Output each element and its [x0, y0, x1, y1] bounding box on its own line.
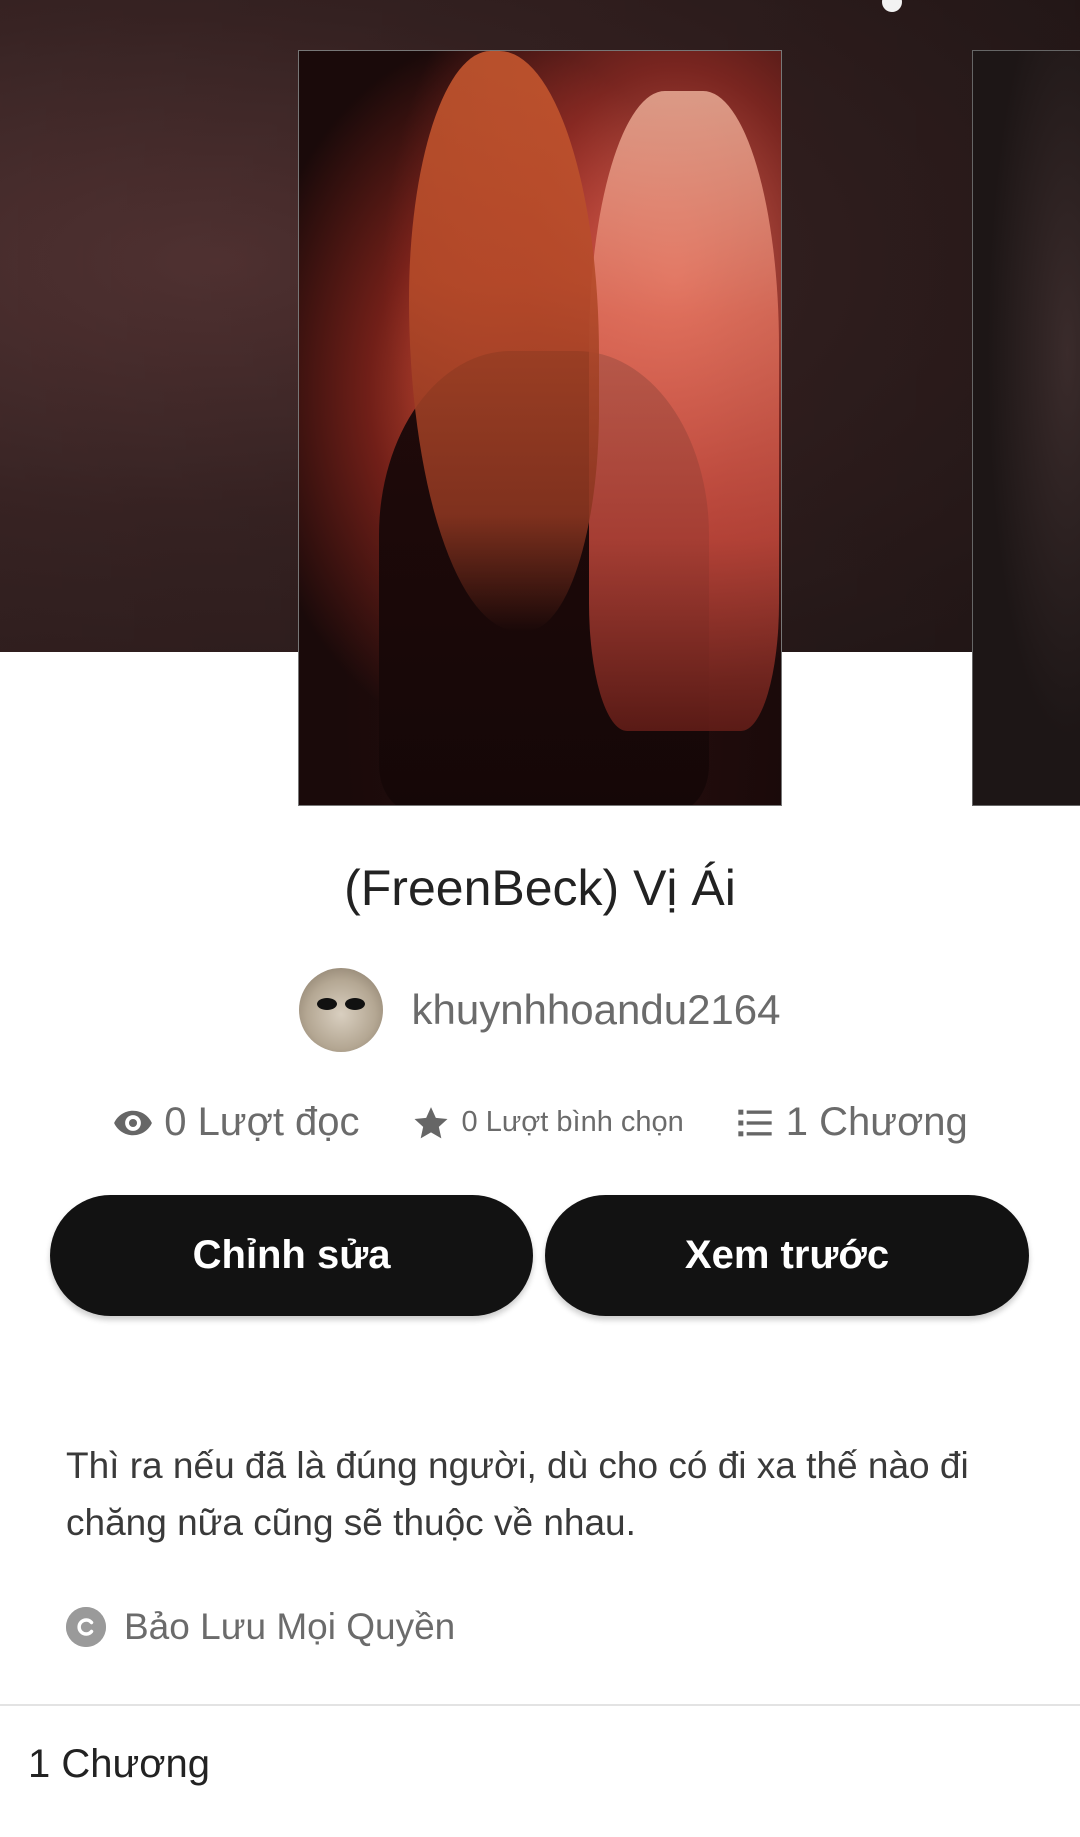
stat-parts-label: 1 Chương — [785, 1100, 968, 1144]
avatar-glasses — [317, 998, 366, 1010]
stat-votes: 0 Lượt bình chọn — [410, 1102, 684, 1144]
parts-heading[interactable]: 1 Chương — [28, 1742, 210, 1787]
stat-reads: 0 Lượt đọc — [112, 1100, 360, 1145]
section-divider — [0, 1704, 1080, 1706]
stat-parts: 1 Chương — [734, 1100, 968, 1145]
copyright-row: Bảo Lưu Mọi Quyền — [66, 1606, 455, 1648]
copyright-icon — [66, 1607, 106, 1647]
story-title: (FreenBeck) Vị Ái — [344, 860, 736, 916]
next-story-cover[interactable] — [972, 50, 1080, 806]
author-name[interactable]: khuynhhoandu2164 — [411, 986, 780, 1034]
stat-votes-label: 0 Lượt bình chọn — [461, 1106, 684, 1138]
edit-button[interactable]: Chỉnh sửa — [50, 1195, 533, 1316]
author-avatar[interactable] — [299, 968, 384, 1052]
story-stats: 0 Lượt đọc 0 Lượt bình chọn 1 Chương — [0, 1100, 1080, 1145]
story-description: Thì ra nếu đã là đúng người, dù cho có đ… — [66, 1445, 969, 1543]
eye-icon — [112, 1102, 154, 1144]
author-row[interactable]: khuynhhoandu2164 — [0, 968, 1080, 1052]
star-icon — [410, 1102, 452, 1144]
stat-reads-label: 0 Lượt đọc — [164, 1100, 360, 1144]
cover-figure-second — [589, 91, 779, 731]
copyright-label: Bảo Lưu Mọi Quyền — [124, 1606, 456, 1647]
preview-button[interactable]: Xem trước — [545, 1195, 1029, 1316]
story-cover-image[interactable] — [298, 50, 782, 806]
list-icon — [734, 1102, 776, 1144]
